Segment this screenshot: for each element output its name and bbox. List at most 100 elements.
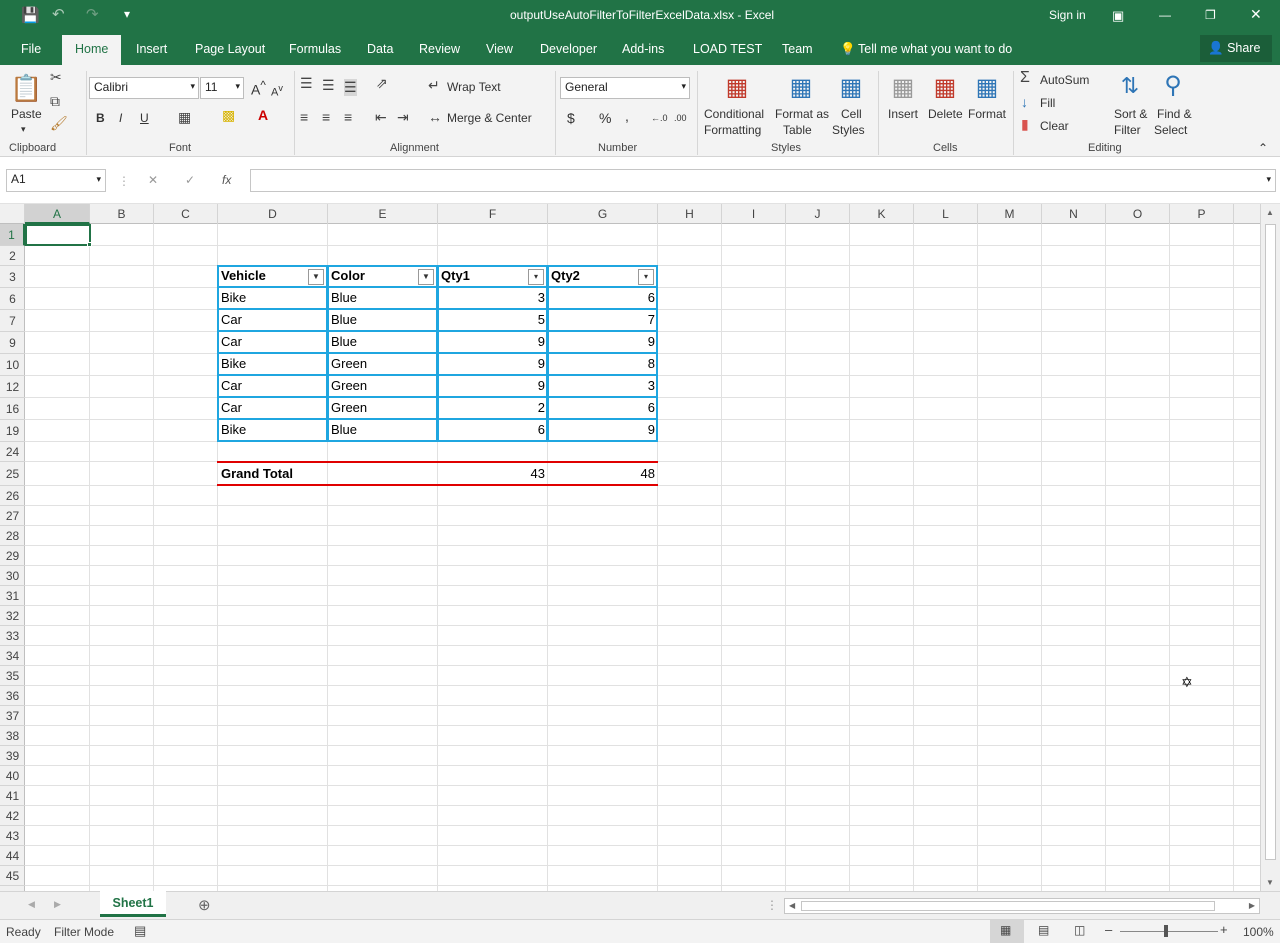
cell-color[interactable]: Blue bbox=[328, 332, 360, 352]
align-middle-icon[interactable]: ☰ bbox=[322, 77, 335, 94]
tab-load-test[interactable]: LOAD TEST bbox=[693, 42, 762, 56]
bold-button[interactable]: B bbox=[96, 111, 105, 125]
filter-dropdown-icon[interactable]: ▾ bbox=[638, 269, 654, 285]
cell-color[interactable]: Blue bbox=[328, 288, 360, 308]
next-sheet-icon[interactable]: ▶ bbox=[54, 899, 61, 910]
tab-team[interactable]: Team bbox=[782, 42, 813, 56]
cell-qty1[interactable]: 2 bbox=[438, 398, 548, 418]
cell-qty1[interactable]: 9 bbox=[438, 332, 548, 352]
h-scroll-thumb[interactable] bbox=[801, 901, 1215, 911]
row-header[interactable]: 29 bbox=[0, 546, 25, 566]
format-painter-icon[interactable]: 🖌 bbox=[50, 115, 68, 132]
fill-color-icon[interactable]: ▩ bbox=[222, 107, 235, 124]
page-layout-view-icon[interactable]: ▤ bbox=[1038, 923, 1049, 937]
decrease-indent-icon[interactable]: ⇤ bbox=[375, 109, 387, 126]
row-header[interactable]: 38 bbox=[0, 726, 25, 746]
column-header-e[interactable]: E bbox=[328, 204, 438, 224]
redo-icon[interactable]: ↷ bbox=[86, 5, 99, 23]
cell-vehicle[interactable]: Bike bbox=[218, 288, 249, 308]
row-header[interactable]: 3 bbox=[0, 266, 25, 288]
row-header[interactable]: 6 bbox=[0, 288, 25, 310]
fill-handle[interactable] bbox=[87, 242, 92, 247]
column-header-h[interactable]: H bbox=[658, 204, 722, 224]
zoom-slider[interactable] bbox=[1120, 931, 1218, 932]
share-button[interactable]: 👤 Share bbox=[1200, 35, 1272, 62]
underline-button[interactable]: U bbox=[140, 111, 149, 125]
cell-qty2[interactable]: 6 bbox=[548, 288, 658, 308]
cut-icon[interactable]: ✂ bbox=[50, 69, 62, 86]
row-header[interactable]: 2 bbox=[0, 246, 25, 266]
scroll-left-icon[interactable]: ◀ bbox=[789, 901, 795, 910]
delete-button[interactable]: Delete bbox=[928, 107, 963, 121]
tab-file[interactable]: File bbox=[21, 42, 41, 56]
macro-record-icon[interactable]: ▤ bbox=[134, 923, 146, 939]
name-box[interactable]: A1 ▾ bbox=[6, 169, 106, 192]
row-header[interactable]: 25 bbox=[0, 462, 25, 486]
decrease-font-icon[interactable]: Av bbox=[271, 81, 283, 100]
clear-button[interactable]: Clear bbox=[1040, 119, 1069, 133]
align-top-icon[interactable]: ☰ bbox=[300, 75, 313, 92]
cell-vehicle[interactable]: Bike bbox=[218, 354, 249, 374]
column-header-j[interactable]: J bbox=[786, 204, 850, 224]
cell-color[interactable]: Blue bbox=[328, 310, 360, 330]
align-center-icon[interactable]: ≡ bbox=[322, 109, 330, 125]
select-all-corner[interactable] bbox=[0, 204, 25, 224]
tell-me-search[interactable]: Tell me what you want to do bbox=[858, 42, 1012, 56]
align-left-icon[interactable]: ≡ bbox=[300, 109, 308, 125]
row-header[interactable]: 32 bbox=[0, 606, 25, 626]
column-header-k[interactable]: K bbox=[850, 204, 914, 224]
header-cell-qty1[interactable]: Qty1 bbox=[438, 266, 473, 286]
row-header[interactable]: 40 bbox=[0, 766, 25, 786]
row-header[interactable]: 7 bbox=[0, 310, 25, 332]
cell-qty2[interactable]: 6 bbox=[548, 398, 658, 418]
insert-function-button[interactable]: fx bbox=[222, 173, 231, 187]
cell-vehicle[interactable]: Car bbox=[218, 398, 245, 418]
column-header-n[interactable]: N bbox=[1042, 204, 1106, 224]
comma-button[interactable]: , bbox=[625, 109, 629, 123]
horizontal-scrollbar[interactable]: ◀ ▶ bbox=[784, 898, 1260, 914]
cell-qty1[interactable]: 3 bbox=[438, 288, 548, 308]
row-header[interactable]: 34 bbox=[0, 646, 25, 666]
scroll-up-icon[interactable]: ▲ bbox=[1266, 208, 1274, 217]
row-header[interactable]: 26 bbox=[0, 486, 25, 506]
row-header[interactable]: 10 bbox=[0, 354, 25, 376]
cell-qty1[interactable]: 5 bbox=[438, 310, 548, 330]
column-header-b[interactable]: B bbox=[90, 204, 154, 224]
align-bottom-icon[interactable]: ☰ bbox=[344, 79, 357, 96]
insert-button[interactable]: Insert bbox=[888, 107, 918, 121]
font-color-icon[interactable]: A bbox=[258, 107, 268, 123]
format-as-table-button[interactable]: Format as bbox=[775, 107, 829, 121]
cell-vehicle[interactable]: Bike bbox=[218, 420, 249, 440]
grand-total-qty2[interactable]: 48 bbox=[548, 464, 658, 484]
row-header[interactable]: 37 bbox=[0, 706, 25, 726]
conditional-formatting-button[interactable]: Conditional bbox=[704, 107, 764, 121]
row-header[interactable]: 44 bbox=[0, 846, 25, 866]
column-header-g[interactable]: G bbox=[548, 204, 658, 224]
currency-button[interactable]: $ bbox=[567, 111, 575, 125]
sheet-tab-sheet1[interactable]: Sheet1 bbox=[100, 891, 166, 917]
cell-vehicle[interactable]: Car bbox=[218, 332, 245, 352]
percent-button[interactable]: % bbox=[599, 111, 611, 125]
customize-toolbar-icon[interactable]: ▾ bbox=[124, 7, 130, 21]
close-icon[interactable]: ✕ bbox=[1250, 6, 1262, 23]
autosum-button[interactable]: AutoSum bbox=[1040, 73, 1089, 87]
borders-icon[interactable]: ▦ bbox=[178, 109, 191, 126]
cell-qty1[interactable]: 6 bbox=[438, 420, 548, 440]
paste-button[interactable]: Paste bbox=[11, 107, 42, 121]
column-header-f[interactable]: F bbox=[438, 204, 548, 224]
collapse-ribbon-icon[interactable]: ⌃ bbox=[1258, 141, 1268, 155]
row-header[interactable]: 43 bbox=[0, 826, 25, 846]
merge-center-button[interactable]: Merge & Center bbox=[447, 111, 532, 125]
row-header[interactable]: 1 bbox=[0, 224, 25, 246]
cell-color[interactable]: Blue bbox=[328, 420, 360, 440]
row-header[interactable]: 35 bbox=[0, 666, 25, 686]
row-header[interactable]: 36 bbox=[0, 686, 25, 706]
row-header[interactable]: 30 bbox=[0, 566, 25, 586]
row-header[interactable]: 27 bbox=[0, 506, 25, 526]
cell-qty2[interactable]: 8 bbox=[548, 354, 658, 374]
cell-qty2[interactable]: 9 bbox=[548, 332, 658, 352]
row-header[interactable]: 42 bbox=[0, 806, 25, 826]
cell-vehicle[interactable]: Car bbox=[218, 376, 245, 396]
minimize-icon[interactable]: — bbox=[1159, 8, 1171, 22]
cell-vehicle[interactable]: Car bbox=[218, 310, 245, 330]
